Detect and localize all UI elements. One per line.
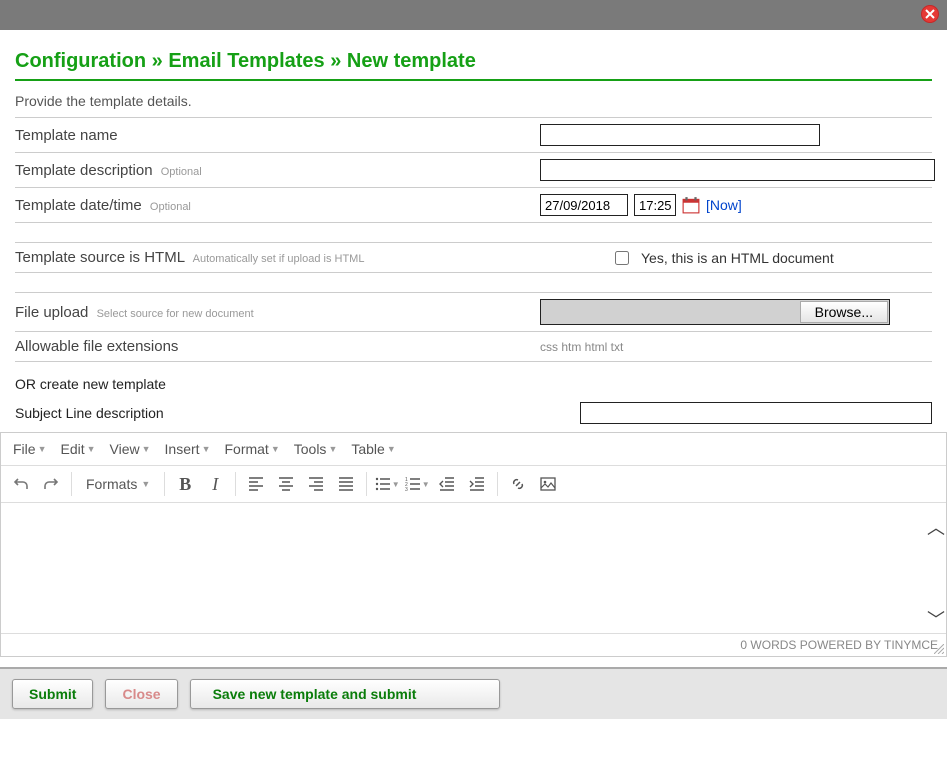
label-extensions: Allowable file extensions [15,338,178,355]
save-hint-button[interactable]: Save new template and submit [190,679,500,709]
row-template-desc: Template description Optional [15,152,932,187]
label-template-desc: Template description [15,162,153,179]
editor-toolbar: Formats▼ B I ▼ 123▼ [1,466,946,503]
extensions-text: css htm html txt [540,340,623,354]
align-right-icon[interactable] [302,470,330,498]
instruction-text: Provide the template details. [15,93,932,109]
row-source-html: Template source is HTML Automatically se… [15,242,932,272]
browse-button[interactable]: Browse... [800,301,888,323]
align-center-icon[interactable] [272,470,300,498]
bold-icon[interactable]: B [171,470,199,498]
submit-button[interactable]: Submit [12,679,93,709]
indent-icon[interactable] [463,470,491,498]
menu-edit[interactable]: Edit▼ [54,437,101,461]
editor-content-area[interactable]: ︿ ﹀ [1,503,946,633]
scroll-down-icon[interactable]: ﹀ [927,613,943,629]
link-icon[interactable] [504,470,532,498]
menu-table[interactable]: Table▼ [345,437,401,461]
bullet-list-icon[interactable]: ▼ [373,470,401,498]
menu-format[interactable]: Format▼ [218,437,285,461]
scroll-up-icon[interactable]: ︿ [927,521,943,537]
row-subject: Subject Line description [15,402,932,424]
source-html-checkbox-label: Yes, this is an HTML document [641,250,834,266]
hint-file-upload: Select source for new document [97,308,254,320]
hint-template-desc: Optional [161,166,202,178]
row-file-upload: File upload Select source for new docume… [15,292,932,331]
editor-status-text: 0 WORDS POWERED BY TINYMCE [740,638,938,652]
menu-insert[interactable]: Insert▼ [159,437,217,461]
editor-menubar: File▼ Edit▼ View▼ Insert▼ Format▼ Tools▼… [1,433,946,466]
svg-text:3: 3 [405,487,408,492]
subject-input[interactable] [580,402,932,424]
redo-icon[interactable] [37,470,65,498]
label-source-html: Template source is HTML [15,249,185,266]
window-titlebar [0,0,947,30]
rich-text-editor: File▼ Edit▼ View▼ Insert▼ Format▼ Tools▼… [0,432,947,657]
or-create-line: OR create new template [15,376,932,392]
editor-statusbar: 0 WORDS POWERED BY TINYMCE [1,633,946,656]
file-upload-field[interactable]: Browse... [540,299,890,325]
calendar-icon[interactable] [682,196,700,214]
footer-bar: Submit Close Save new template and submi… [0,667,947,719]
outdent-icon[interactable] [433,470,461,498]
italic-icon[interactable]: I [201,470,229,498]
row-template-datetime: Template date/time Optional [Now] [15,187,932,222]
template-desc-input[interactable] [540,159,935,181]
label-file-upload: File upload [15,304,88,321]
formats-dropdown[interactable]: Formats▼ [78,470,158,498]
template-name-input[interactable] [540,124,820,146]
label-subject: Subject Line description [15,405,580,421]
align-left-icon[interactable] [242,470,270,498]
label-template-name: Template name [15,127,118,144]
source-html-checkbox[interactable] [615,251,629,265]
close-button[interactable]: Close [105,679,177,709]
undo-icon[interactable] [7,470,35,498]
menu-file[interactable]: File▼ [7,437,52,461]
breadcrumb: Configuration » Email Templates » New te… [15,40,932,81]
label-template-datetime: Template date/time [15,197,142,214]
template-time-input[interactable] [634,194,676,216]
hint-source-html: Automatically set if upload is HTML [193,253,365,265]
template-date-input[interactable] [540,194,628,216]
image-icon[interactable] [534,470,562,498]
row-template-name: Template name [15,117,932,152]
menu-view[interactable]: View▼ [104,437,157,461]
number-list-icon[interactable]: 123▼ [403,470,431,498]
close-icon[interactable] [921,5,939,23]
row-extensions: Allowable file extensions css htm html t… [15,331,932,362]
hint-template-datetime: Optional [150,201,191,213]
align-justify-icon[interactable] [332,470,360,498]
resize-grip-icon[interactable] [934,644,944,654]
now-link[interactable]: [Now] [706,197,742,213]
menu-tools[interactable]: Tools▼ [288,437,344,461]
